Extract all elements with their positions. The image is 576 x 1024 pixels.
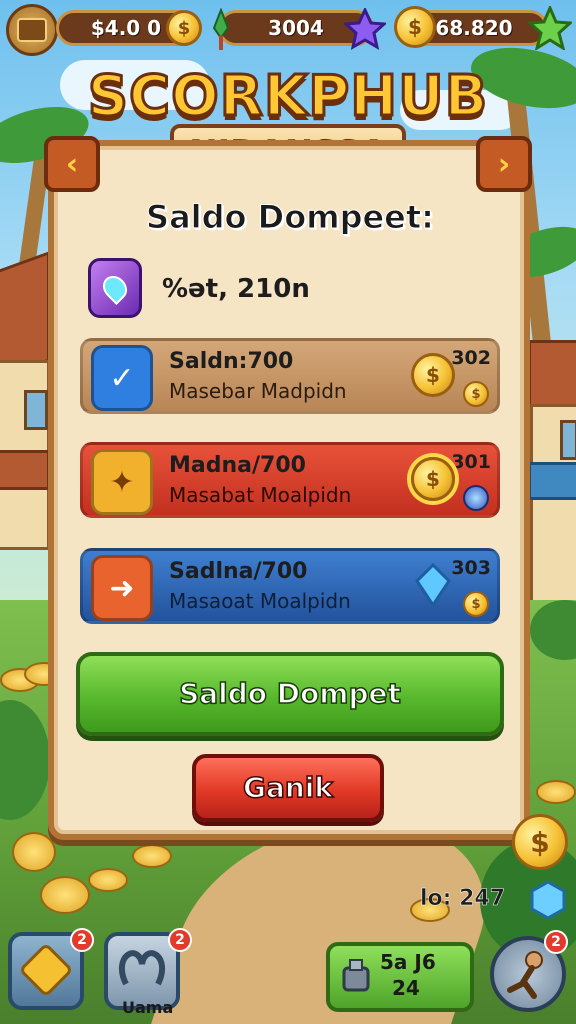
- card-title: Saldn:700: [169, 349, 294, 374]
- notification-badge: 2: [70, 928, 94, 952]
- gem-stat: lo: 247: [420, 886, 506, 912]
- ganik-button[interactable]: Ganik: [192, 754, 384, 822]
- game-title: SCORKPHUB: [86, 63, 489, 131]
- balance-row: %ət, 210n: [88, 258, 488, 324]
- house-awning: [528, 462, 576, 500]
- blue-cube-icon: [528, 880, 568, 920]
- top-resource-bar: $4.0 0 $ 3004 68.820 $: [0, 0, 576, 60]
- orb-icon: [463, 485, 489, 511]
- card-subtitle: Masabat Moalpidn: [169, 483, 352, 507]
- ground-coin: [536, 780, 576, 804]
- gold-coin-icon: $: [394, 6, 436, 48]
- house-window: [24, 390, 48, 430]
- tile-label: Uama: [122, 998, 174, 1017]
- arrow-badge-icon: ➜: [91, 555, 153, 621]
- ground-coin: [40, 876, 90, 914]
- next-button[interactable]: ›: [476, 136, 532, 192]
- chevron-right-icon: ›: [497, 146, 511, 182]
- notification-badge: 2: [168, 928, 192, 952]
- wallet-card[interactable]: ✓ Saldn:700 Masebar Madpidn 302 $ $: [80, 338, 500, 414]
- wallet-icon[interactable]: [6, 4, 58, 56]
- house-roof: [0, 450, 50, 490]
- dollar-coin-icon: $: [166, 10, 202, 46]
- prev-button[interactable]: ‹: [44, 136, 100, 192]
- chain-icon: [118, 950, 166, 986]
- star-badge-icon: ✦: [91, 449, 153, 515]
- large-coin-icon: $: [512, 814, 568, 870]
- card-title: Madna/700: [169, 453, 306, 478]
- ground-coin: [88, 868, 128, 892]
- gold-coin-icon: $: [411, 353, 455, 397]
- card-count: 303: [451, 557, 491, 579]
- balance-value: %ət, 210n: [162, 274, 310, 304]
- gold-ticket-icon: [21, 945, 71, 995]
- gem-icon: [88, 258, 142, 318]
- house-roof: [528, 340, 576, 410]
- panel-heading: Saldo Dompeet:: [146, 198, 435, 237]
- notification-badge: 2: [544, 930, 568, 954]
- energy-value: 3004: [268, 16, 324, 40]
- leaf-sword-icon: [208, 7, 234, 52]
- purple-star-gem-icon[interactable]: [342, 6, 388, 51]
- blue-crystal-icon: [411, 562, 455, 608]
- house-window: [560, 420, 576, 460]
- small-coin-icon: $: [463, 591, 489, 617]
- resource-line-2: 24: [392, 976, 420, 1000]
- anvil-icon: [338, 956, 374, 996]
- add-star-button[interactable]: [526, 4, 574, 52]
- card-subtitle: Masebar Madpidn: [169, 379, 347, 403]
- card-count: 301: [451, 451, 491, 473]
- card-subtitle: Masaoat Moalpidn: [169, 589, 351, 613]
- saldo-dompet-button[interactable]: Saldo Dompet: [76, 652, 504, 736]
- resource-line-1: 5a J6: [380, 950, 436, 974]
- wallet-card[interactable]: ✦ Madna/700 Masabat Moalpidn 301 $: [80, 442, 500, 518]
- money-value: $4.0 0: [90, 16, 162, 40]
- sparkle-coin-icon: $: [411, 457, 455, 501]
- card-count: 302: [451, 347, 491, 369]
- card-title: Sadlna/700: [169, 559, 308, 584]
- coin-value: 68.820: [435, 16, 513, 40]
- wallet-card[interactable]: ➜ Sadlna/700 Masaoat Moalpidn 303 $: [80, 548, 500, 624]
- small-coin-icon: $: [463, 381, 489, 407]
- check-badge-icon: ✓: [91, 345, 153, 411]
- ground-coin: [132, 844, 172, 868]
- ground-coin: [12, 832, 56, 872]
- chevron-left-icon: ‹: [65, 146, 79, 182]
